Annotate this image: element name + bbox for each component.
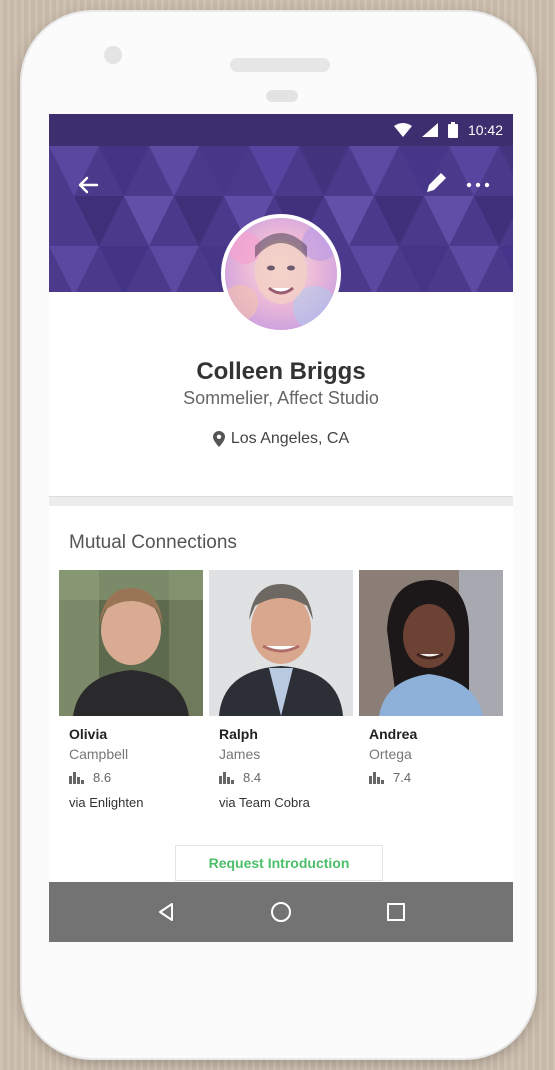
profile-avatar <box>221 214 341 334</box>
connection-card[interactable]: Olivia Campbell 8.6 via Enlighten <box>59 570 203 810</box>
wifi-icon <box>393 123 412 137</box>
connection-first-name: Andrea <box>369 726 418 742</box>
connection-last-name: James <box>219 746 261 762</box>
phone-sensor <box>266 90 298 102</box>
profile-name: Colleen Briggs <box>196 358 366 385</box>
connection-via: via Enlighten <box>69 795 144 810</box>
connection-photo <box>209 570 353 716</box>
connection-card[interactable]: Ralph James 8.4 via Team Cobra <box>209 570 353 810</box>
connection-photo <box>359 570 503 716</box>
connection-score-value: 8.4 <box>243 770 262 785</box>
phone-camera <box>104 46 122 64</box>
nav-home-button[interactable] <box>266 897 296 927</box>
connection-photo <box>59 570 203 716</box>
connection-score: 7.4 <box>359 770 503 785</box>
status-time: 10:42 <box>467 122 503 138</box>
location-text: Los Angeles, CA <box>230 430 350 447</box>
section-divider <box>49 496 513 506</box>
back-button[interactable] <box>73 170 103 200</box>
edit-button[interactable] <box>421 168 451 198</box>
nav-back-icon <box>159 903 174 921</box>
status-bar: 10:42 <box>49 114 513 146</box>
connection-score-value: 8.6 <box>93 770 112 785</box>
location-pin-icon <box>212 431 225 447</box>
bar-chart-icon <box>69 771 84 784</box>
nav-recents-button[interactable] <box>381 897 411 927</box>
request-introduction-button[interactable]: Request Introduction <box>175 845 383 881</box>
back-arrow-icon <box>78 176 99 194</box>
connection-score-value: 7.4 <box>393 770 412 785</box>
battery-icon <box>447 122 458 138</box>
signal-icon <box>421 123 438 137</box>
nav-recents-icon <box>386 903 405 921</box>
nav-back-button[interactable] <box>151 897 181 927</box>
phone-speaker <box>230 58 330 72</box>
connection-first-name: Olivia <box>69 726 108 742</box>
more-dots-icon <box>466 182 490 188</box>
profile-location: Los Angeles, CA <box>49 430 513 448</box>
connection-score: 8.4 <box>209 770 353 785</box>
bar-chart-icon <box>219 771 234 784</box>
mutual-connections-list: Olivia Campbell 8.6 via Enlighten Ralph … <box>59 570 505 830</box>
connection-card[interactable]: Andrea Ortega 7.4 <box>359 570 503 795</box>
profile-title: Sommelier, Affect Studio <box>183 388 379 408</box>
more-options-button[interactable] <box>463 170 493 200</box>
app-screen: 10:42 Colleen Briggs Sommelier, Affect S… <box>49 114 513 942</box>
connection-via: via Team Cobra <box>219 795 310 810</box>
connection-last-name: Campbell <box>69 746 129 762</box>
connection-first-name: Ralph <box>219 726 258 742</box>
edit-pencil-icon <box>427 173 446 192</box>
system-nav-bar <box>49 882 513 942</box>
connection-last-name: Ortega <box>369 746 412 762</box>
nav-home-icon <box>270 902 291 922</box>
connection-score: 8.6 <box>59 770 203 785</box>
bar-chart-icon <box>369 771 384 784</box>
mutual-connections-heading: Mutual Connections <box>69 532 237 553</box>
